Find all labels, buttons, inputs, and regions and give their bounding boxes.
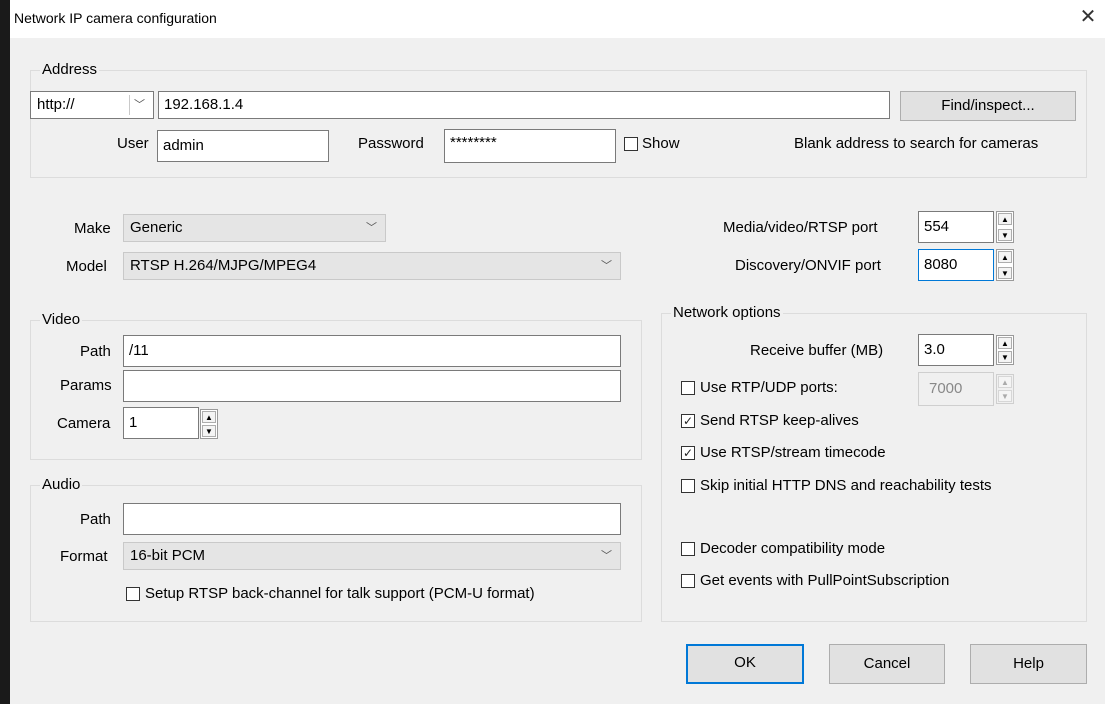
show-password-label: Show — [642, 135, 680, 152]
keepalive-checkbox[interactable]: ✓ — [681, 414, 695, 428]
decoder-compat-checkbox[interactable] — [681, 542, 695, 556]
close-icon[interactable]: ✕ — [1075, 4, 1101, 30]
protocol-value: http:// — [37, 96, 75, 113]
rtp-udp-checkbox[interactable] — [681, 381, 695, 395]
model-dropdown[interactable]: RTSP H.264/MJPG/MPEG4 ﹀ — [123, 252, 621, 280]
spin-up-icon[interactable]: ▲ — [998, 251, 1012, 263]
camera-input[interactable]: 1 — [123, 407, 199, 439]
rtp-udp-port-input[interactable]: 7000 — [918, 372, 994, 406]
user-label: User — [117, 135, 149, 152]
format-value: 16-bit PCM — [130, 547, 206, 564]
discovery-port-label: Discovery/ONVIF port — [735, 257, 881, 274]
spin-down-icon[interactable]: ▼ — [998, 390, 1012, 402]
protocol-separator — [129, 95, 130, 115]
skip-dns-label: Skip initial HTTP DNS and reachability t… — [700, 477, 992, 494]
ok-button[interactable]: OK — [686, 644, 804, 684]
decoder-compat-label: Decoder compatibility mode — [700, 540, 886, 557]
audio-path-input[interactable] — [123, 503, 621, 535]
cancel-button[interactable]: Cancel — [829, 644, 945, 684]
pullpoint-label: Get events with PullPointSubscription — [700, 572, 950, 589]
spin-up-icon[interactable]: ▲ — [998, 337, 1012, 349]
audio-path-label: Path — [80, 511, 111, 528]
chevron-down-icon: ﹀ — [134, 99, 145, 111]
camera-spinner[interactable]: ▲ ▼ — [200, 409, 218, 439]
find-inspect-button[interactable]: Find/inspect... — [900, 91, 1076, 121]
video-path-input[interactable]: /11 — [123, 335, 621, 367]
media-port-label: Media/video/RTSP port — [723, 219, 878, 236]
show-password-checkbox[interactable] — [624, 137, 638, 151]
password-label: Password — [358, 135, 424, 152]
spin-up-icon[interactable]: ▲ — [998, 213, 1012, 225]
background-window-edge — [0, 0, 10, 704]
model-value: RTSP H.264/MJPG/MPEG4 — [130, 257, 317, 274]
chevron-down-icon: ﹀ — [601, 260, 612, 272]
password-input[interactable]: ******** — [444, 129, 616, 163]
spin-up-icon[interactable]: ▲ — [202, 411, 216, 423]
spin-down-icon[interactable]: ▼ — [998, 351, 1012, 363]
spin-down-icon[interactable]: ▼ — [202, 425, 216, 437]
user-input[interactable]: admin — [157, 130, 329, 162]
camera-label: Camera — [57, 415, 111, 432]
receive-buffer-spinner[interactable]: ▲ ▼ — [996, 335, 1014, 365]
address-legend: Address — [40, 61, 100, 79]
timecode-checkbox[interactable]: ✓ — [681, 446, 695, 460]
format-dropdown[interactable]: 16-bit PCM ﹀ — [123, 542, 621, 570]
model-label: Model — [66, 258, 107, 275]
skip-dns-checkbox[interactable] — [681, 479, 695, 493]
audio-legend: Audio — [40, 476, 83, 494]
chevron-down-icon: ﹀ — [366, 222, 377, 234]
address-input[interactable]: 192.168.1.4 — [158, 91, 890, 119]
backchannel-checkbox[interactable] — [126, 587, 140, 601]
pullpoint-checkbox[interactable] — [681, 574, 695, 588]
spin-down-icon[interactable]: ▼ — [998, 229, 1012, 241]
spin-up-icon[interactable]: ▲ — [998, 376, 1012, 388]
make-label: Make — [74, 220, 111, 237]
network-options-legend: Network options — [671, 304, 783, 322]
media-port-spinner[interactable]: ▲ ▼ — [996, 211, 1014, 243]
video-path-label: Path — [80, 343, 111, 360]
make-dropdown[interactable]: Generic ﹀ — [123, 214, 386, 242]
discovery-port-spinner[interactable]: ▲ ▼ — [996, 249, 1014, 281]
discovery-port-input[interactable]: 8080 — [918, 249, 994, 281]
protocol-dropdown[interactable]: http:// ﹀ — [30, 91, 154, 119]
params-input[interactable] — [123, 370, 621, 402]
make-value: Generic — [130, 219, 183, 236]
media-port-input[interactable]: 554 — [918, 211, 994, 243]
dialog-title: Network IP camera configuration — [14, 10, 217, 26]
video-legend: Video — [40, 311, 83, 329]
rtp-udp-label: Use RTP/UDP ports: — [700, 379, 838, 396]
format-label: Format — [60, 548, 108, 565]
timecode-label: Use RTSP/stream timecode — [700, 444, 886, 461]
params-label: Params — [60, 377, 112, 394]
address-hint: Blank address to search for cameras — [794, 135, 1039, 152]
chevron-down-icon: ﹀ — [601, 550, 612, 562]
rtp-udp-spinner[interactable]: ▲ ▼ — [996, 374, 1014, 404]
spin-down-icon[interactable]: ▼ — [998, 267, 1012, 279]
keepalive-label: Send RTSP keep-alives — [700, 412, 859, 429]
receive-buffer-input[interactable]: 3.0 — [918, 334, 994, 366]
receive-buffer-label: Receive buffer (MB) — [750, 342, 884, 359]
help-button[interactable]: Help — [970, 644, 1087, 684]
backchannel-label: Setup RTSP back-channel for talk support… — [145, 585, 535, 602]
